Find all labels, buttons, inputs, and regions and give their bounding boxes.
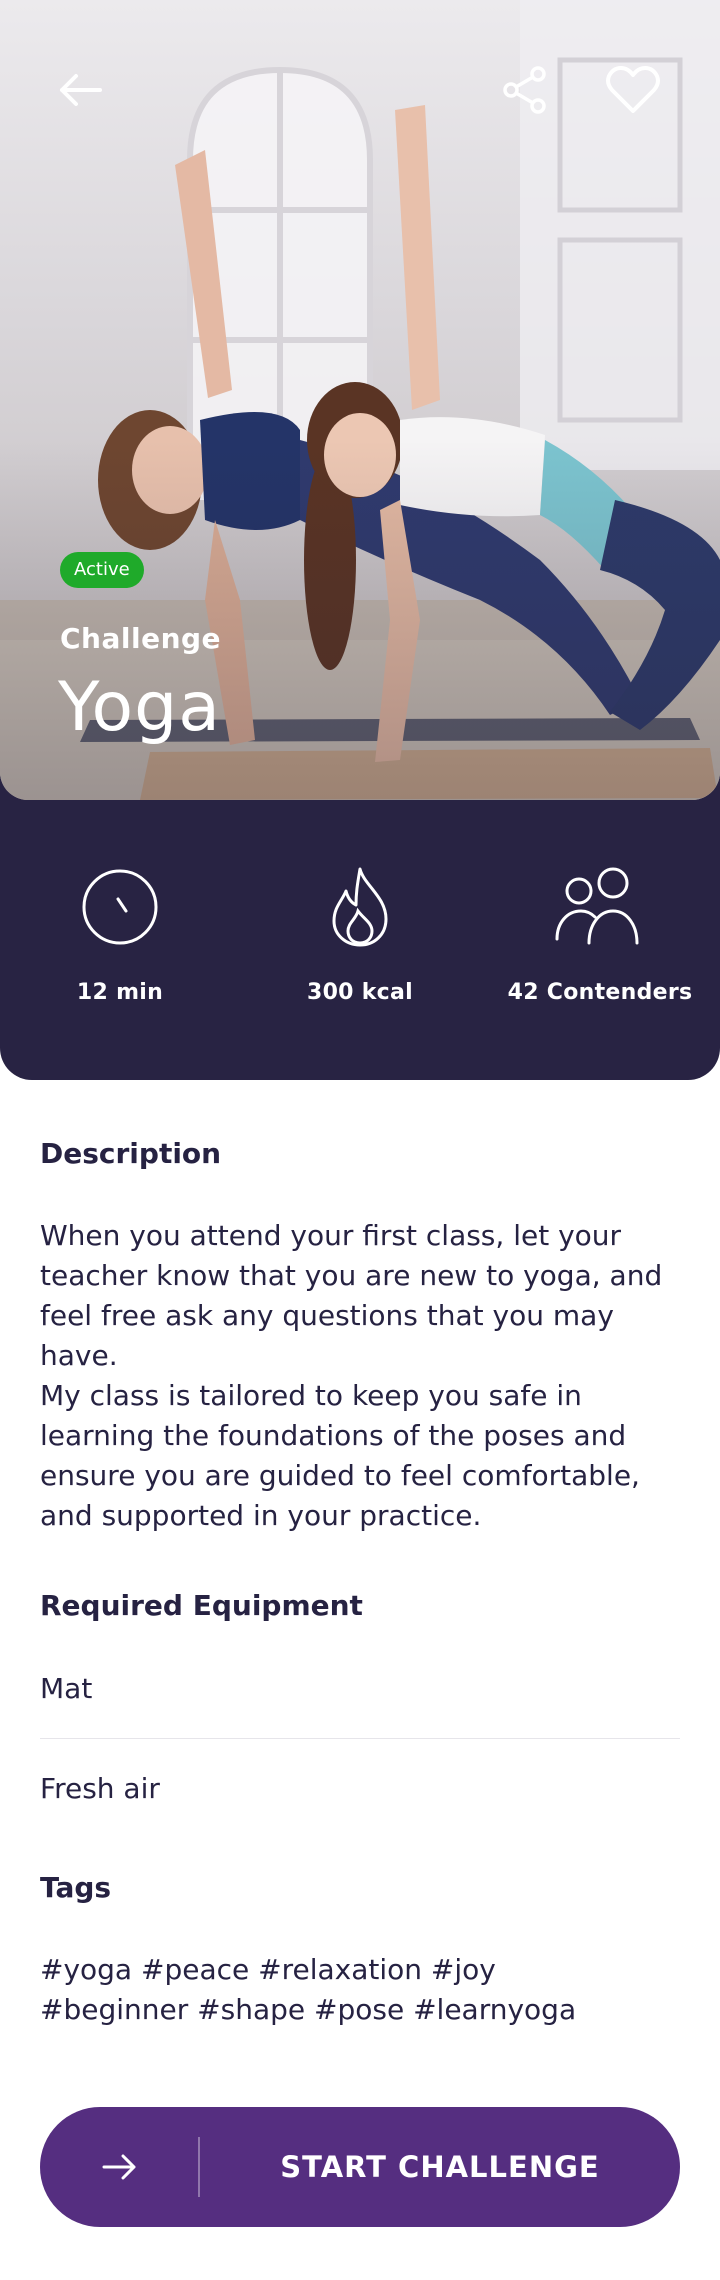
- stat-contenders: 42 Contenders: [490, 862, 710, 1005]
- status-badge: Active: [60, 552, 144, 588]
- heart-icon: [606, 66, 660, 113]
- calories-value: 300 kcal: [306, 980, 414, 1005]
- arrow-right-icon: [102, 2154, 136, 2180]
- stat-calories: 300 kcal: [250, 862, 470, 1005]
- challenge-label: Challenge: [60, 622, 222, 655]
- start-challenge-label: START CHALLENGE: [280, 2150, 600, 2184]
- tags-list: #yoga #peace #relaxation #joy #beginner …: [40, 1953, 577, 2026]
- back-button[interactable]: [45, 55, 115, 125]
- favorite-button[interactable]: [598, 55, 668, 125]
- start-challenge-button[interactable]: START CHALLENGE: [40, 2107, 680, 2227]
- page-title: Yoga: [58, 668, 221, 747]
- equipment-title: Required Equipment: [40, 1589, 363, 1622]
- equipment-item: Fresh air: [40, 1772, 160, 1805]
- description-paragraph-1: When you attend your first class, let yo…: [40, 1219, 663, 1372]
- hero-image: Active Challenge Yoga: [0, 0, 720, 800]
- share-icon: [503, 66, 546, 114]
- description-title: Description: [40, 1137, 222, 1170]
- share-button[interactable]: [490, 55, 560, 125]
- contenders-value: 42 Contenders: [507, 980, 693, 1005]
- duration-value: 12 min: [76, 980, 164, 1005]
- flame-icon: [332, 867, 388, 947]
- clock-icon: [82, 869, 158, 945]
- description-paragraph-2: My class is tailored to keep you safe in…: [40, 1379, 640, 1532]
- users-icon: [555, 867, 639, 945]
- arrow-left-icon: [60, 74, 102, 106]
- divider: [40, 1738, 680, 1739]
- tags-title: Tags: [40, 1871, 112, 1904]
- equipment-item: Mat: [40, 1672, 93, 1705]
- stat-duration: 12 min: [10, 862, 230, 1005]
